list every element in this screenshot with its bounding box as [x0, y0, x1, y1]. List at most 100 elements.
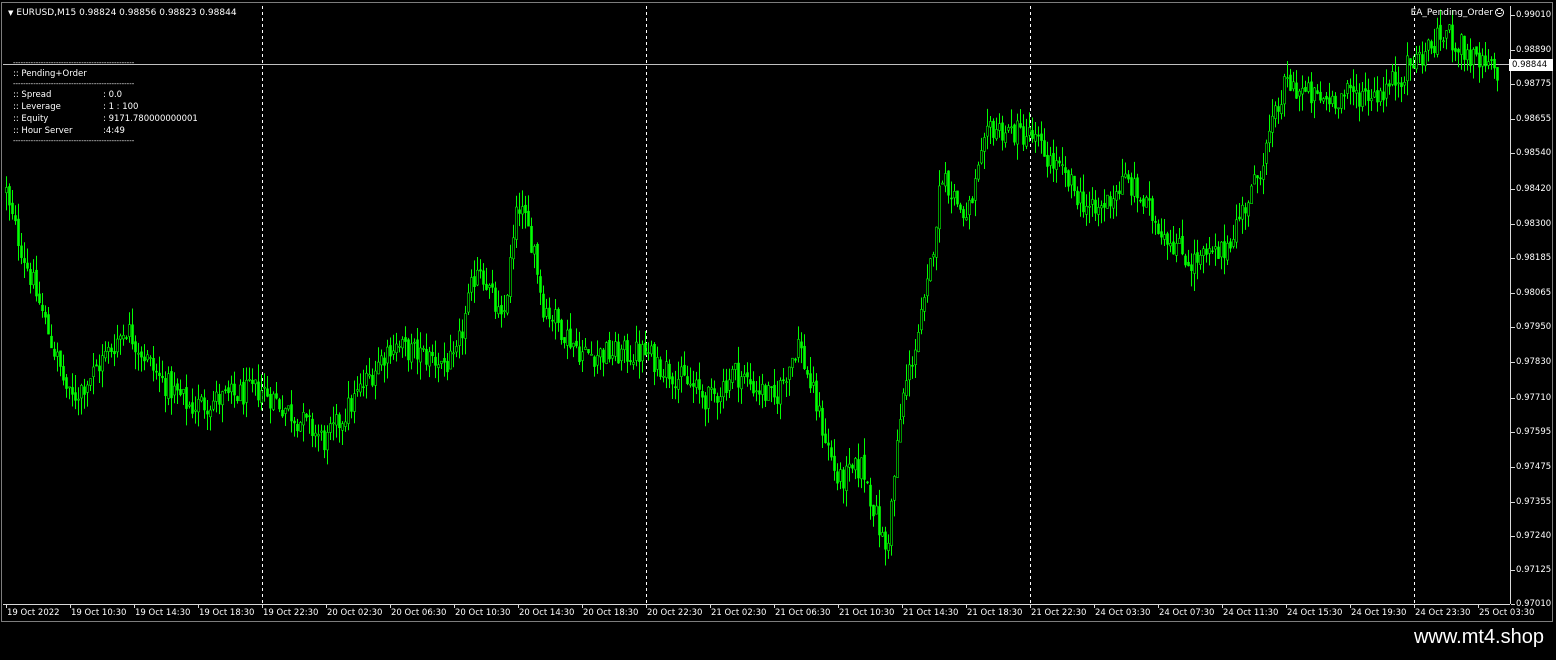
candle-body	[920, 309, 923, 331]
candle	[830, 440, 833, 461]
candle	[341, 421, 344, 445]
candle	[572, 342, 575, 358]
candle	[1469, 38, 1472, 73]
candle	[1010, 109, 1013, 134]
candle	[1013, 123, 1016, 146]
info-row-equity: :: Equity: 9171.780000000001	[13, 113, 198, 125]
candle-body	[8, 186, 11, 206]
price-tick	[1511, 188, 1515, 190]
candle	[470, 269, 473, 301]
candle-body	[392, 350, 395, 355]
candle	[1487, 49, 1490, 70]
candle-body	[1427, 39, 1430, 51]
candle	[908, 350, 911, 397]
candle	[1106, 194, 1109, 209]
candle	[599, 347, 602, 370]
candle-body	[938, 185, 941, 230]
candle	[524, 195, 527, 229]
candle	[1061, 147, 1064, 175]
price-tick	[1511, 153, 1515, 155]
candle	[119, 333, 122, 355]
plot-area[interactable]	[3, 6, 1510, 604]
candle-body	[1325, 95, 1328, 100]
candle	[320, 424, 323, 441]
expert-advisor-label[interactable]: EA_Pending_Order	[1411, 8, 1504, 18]
candle	[1187, 249, 1190, 267]
candle	[1193, 239, 1196, 292]
candle-body	[299, 422, 302, 432]
candle	[1484, 41, 1487, 73]
candle-body	[890, 500, 893, 546]
candle-body	[350, 398, 353, 412]
candle-body	[305, 413, 308, 418]
triangle-down-icon[interactable]: ▼	[8, 9, 13, 17]
candle-body	[74, 392, 77, 401]
candle-body	[1319, 91, 1322, 101]
candle-body	[1214, 246, 1217, 250]
info-key: :: Hour Server	[13, 126, 73, 136]
candle-body	[494, 287, 497, 312]
candle-body	[620, 348, 623, 361]
candle-body	[911, 364, 914, 367]
candle-body	[1130, 177, 1133, 196]
candle-body	[410, 343, 413, 363]
candle	[1139, 197, 1142, 204]
candle-body	[653, 344, 656, 373]
candle	[587, 349, 590, 355]
candle-body	[1448, 24, 1451, 31]
candle	[452, 341, 455, 368]
candle	[1160, 218, 1163, 245]
candle-body	[995, 129, 998, 140]
candle-body	[1352, 86, 1355, 92]
candle-body	[1259, 177, 1262, 180]
candle	[608, 331, 611, 363]
candle	[743, 364, 746, 384]
time-tick-label: 21 Oct 06:30	[775, 608, 831, 618]
candle	[401, 336, 404, 358]
candle-body	[914, 349, 917, 365]
candle-body	[50, 335, 53, 349]
candle	[266, 376, 269, 398]
candle-body	[701, 391, 704, 398]
candle	[482, 263, 485, 291]
candle	[344, 408, 347, 432]
candle	[896, 429, 899, 478]
candle-body	[674, 386, 677, 389]
chart-window[interactable]: ▼ EURUSD,M15 0.98824 0.98856 0.98823 0.98…	[1, 2, 1553, 622]
time-tick-label: 24 Oct 19:30	[1351, 608, 1407, 618]
candle	[1088, 191, 1091, 224]
candle	[8, 183, 11, 221]
candle	[584, 337, 587, 351]
candle-body	[488, 284, 491, 288]
candle-body	[686, 376, 689, 384]
candle-body	[503, 310, 506, 312]
price-scale[interactable]: 0.99010 0.98890 0.98775 0.98655 0.98540 0.984…	[1510, 6, 1556, 609]
candle	[383, 352, 386, 383]
candle	[512, 224, 515, 270]
candle-body	[188, 404, 191, 407]
candle	[548, 297, 551, 328]
candle	[788, 366, 791, 396]
candle-body	[638, 343, 641, 362]
candle-body	[1286, 77, 1289, 79]
candle	[860, 457, 863, 489]
candle-body	[1097, 207, 1100, 215]
price-tick	[1511, 293, 1515, 295]
candle	[1244, 202, 1247, 230]
candle-body	[536, 244, 539, 275]
candle-body	[35, 269, 38, 297]
candle	[122, 324, 125, 346]
candle-body	[1301, 87, 1304, 95]
candle-body	[545, 308, 548, 317]
candle-body	[554, 309, 557, 324]
candle	[1259, 170, 1262, 186]
candle	[776, 380, 779, 414]
candle	[1115, 185, 1118, 217]
candle-body	[1337, 107, 1340, 110]
candle	[824, 418, 827, 444]
time-tick-label: 24 Oct 11:30	[1223, 608, 1279, 618]
candle-body	[362, 386, 365, 389]
candle-body	[233, 383, 236, 396]
candle	[83, 378, 86, 409]
time-tick-label: 25 Oct 03:30	[1479, 608, 1535, 618]
